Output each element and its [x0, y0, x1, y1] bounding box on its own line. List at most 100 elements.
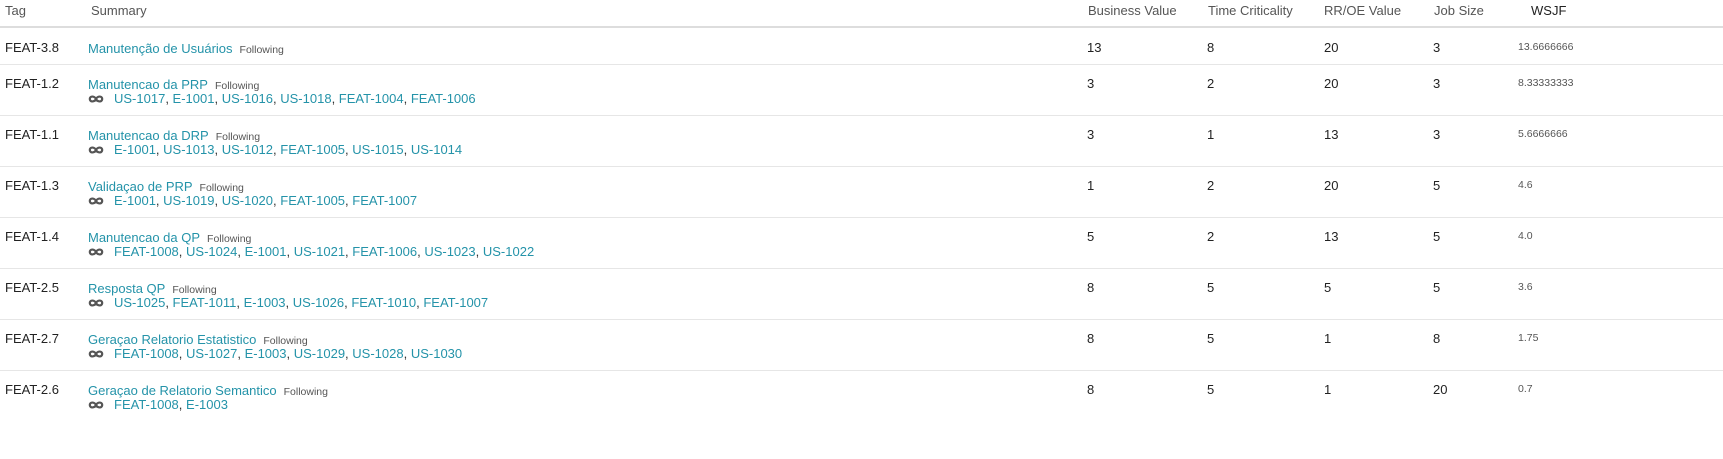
linked-issue-link[interactable]: E-1001: [114, 193, 156, 208]
link-separator: ,: [403, 346, 411, 361]
linked-issue-link[interactable]: FEAT-1008: [114, 397, 179, 412]
feature-title-link[interactable]: Manutencao da DRP: [88, 128, 209, 143]
table-row[interactable]: FEAT-1.2 Manutencao da PRP Following US-101…: [0, 64, 1723, 115]
linked-issue-link[interactable]: US-1013: [163, 142, 214, 157]
link-separator: ,: [165, 91, 173, 106]
rr-oe-value-cell: 13: [1324, 127, 1339, 142]
feature-title-link[interactable]: Geraçao de Relatorio Semantico: [88, 383, 277, 398]
linked-issue-link[interactable]: US-1016: [222, 91, 273, 106]
link-icon: [88, 95, 104, 103]
time-criticality-cell: 1: [1207, 127, 1215, 142]
column-header-time-criticality[interactable]: Time Criticality: [1208, 3, 1293, 18]
table-row[interactable]: FEAT-1.4 Manutencao da QP Following FEAT-10…: [0, 217, 1723, 268]
summary-cell: Manutenção de Usuários Following: [88, 40, 284, 58]
business-value-cell: 8: [1087, 280, 1095, 295]
linked-issue-link[interactable]: FEAT-1006: [411, 91, 476, 106]
linked-issue-link[interactable]: E-1001: [114, 142, 156, 157]
link-separator: ,: [237, 346, 245, 361]
wsjf-cell: 5.6666666: [1518, 128, 1568, 140]
linked-issue-link[interactable]: US-1014: [411, 142, 462, 157]
following-badge: Following: [283, 386, 328, 398]
linked-issue-link[interactable]: US-1012: [222, 142, 273, 157]
link-separator: ,: [237, 244, 245, 259]
time-criticality-cell: 5: [1207, 331, 1215, 346]
linked-issue-link[interactable]: US-1028: [352, 346, 403, 361]
rr-oe-value-cell: 20: [1324, 76, 1339, 91]
linked-issue-link[interactable]: US-1019: [163, 193, 214, 208]
job-size-cell: 20: [1433, 382, 1448, 397]
table-header: Tag Summary Business Value Time Critical…: [0, 0, 1723, 28]
business-value-cell: 13: [1087, 40, 1102, 55]
linked-issue-link[interactable]: E-1003: [244, 295, 286, 310]
linked-issue-link[interactable]: US-1021: [294, 244, 345, 259]
linked-issue-link[interactable]: FEAT-1004: [339, 91, 404, 106]
link-icon: [88, 350, 104, 358]
linked-issue-link[interactable]: US-1017: [114, 91, 165, 106]
column-header-tag[interactable]: Tag: [5, 3, 26, 18]
linked-issue-link[interactable]: US-1025: [114, 295, 165, 310]
linked-issue-link[interactable]: US-1015: [352, 142, 403, 157]
link-icon: [88, 299, 104, 307]
wsjf-cell: 13.6666666: [1518, 41, 1574, 53]
link-separator: ,: [403, 142, 411, 157]
feature-title-link[interactable]: Resposta QP: [88, 281, 165, 296]
linked-issue-link[interactable]: US-1022: [483, 244, 534, 259]
table-row[interactable]: FEAT-2.6 Geraçao de Relatorio Semantico Fo…: [0, 370, 1723, 421]
linked-issue-link[interactable]: FEAT-1008: [114, 244, 179, 259]
table-row[interactable]: FEAT-2.5 Resposta QP Following US-1025, FEA…: [0, 268, 1723, 319]
tag-cell: FEAT-1.3: [5, 178, 59, 193]
business-value-cell: 1: [1087, 178, 1095, 193]
linked-issue-link[interactable]: FEAT-1008: [114, 346, 179, 361]
linked-issue-link[interactable]: US-1027: [186, 346, 237, 361]
column-header-summary[interactable]: Summary: [91, 3, 147, 18]
table-row[interactable]: FEAT-3.8 Manutenção de Usuários Following 1…: [0, 29, 1723, 65]
feature-title-link[interactable]: Geraçao Relatorio Estatistico: [88, 332, 256, 347]
job-size-cell: 5: [1433, 178, 1441, 193]
feature-title-link[interactable]: Manutencao da PRP: [88, 77, 208, 92]
linked-issue-link[interactable]: US-1023: [424, 244, 475, 259]
linked-issue-link[interactable]: US-1026: [293, 295, 344, 310]
link-separator: ,: [331, 91, 339, 106]
link-icon: [88, 146, 104, 154]
linked-issues: US-1017, E-1001, US-1016, US-1018, FEAT-…: [88, 91, 476, 106]
feature-title-link[interactable]: Manutenção de Usuários: [88, 41, 233, 56]
business-value-cell: 8: [1087, 382, 1095, 397]
linked-issue-link[interactable]: US-1024: [186, 244, 237, 259]
link-separator: ,: [214, 91, 222, 106]
table-row[interactable]: FEAT-1.1 Manutencao da DRP Following E-1001…: [0, 115, 1723, 166]
linked-issue-link[interactable]: FEAT-1010: [351, 295, 416, 310]
rr-oe-value-cell: 20: [1324, 40, 1339, 55]
feature-title-link[interactable]: Manutencao da QP: [88, 230, 200, 245]
linked-issue-link[interactable]: US-1018: [280, 91, 331, 106]
column-header-business-value[interactable]: Business Value: [1088, 3, 1177, 18]
linked-issue-link[interactable]: US-1020: [222, 193, 273, 208]
tag-cell: FEAT-1.1: [5, 127, 59, 142]
linked-issue-link[interactable]: FEAT-1005: [280, 142, 345, 157]
linked-issue-link[interactable]: E-1001: [245, 244, 287, 259]
tag-cell: FEAT-3.8: [5, 40, 59, 55]
table-row[interactable]: FEAT-2.7 Geraçao Relatorio Estatistico Fol…: [0, 319, 1723, 370]
link-separator: ,: [165, 295, 173, 310]
link-separator: ,: [214, 142, 222, 157]
linked-issue-link[interactable]: US-1029: [294, 346, 345, 361]
linked-issue-link[interactable]: FEAT-1011: [173, 295, 237, 310]
link-icon: [88, 401, 104, 409]
linked-issue-link[interactable]: E-1001: [173, 91, 215, 106]
table-row[interactable]: FEAT-1.3 Validaçao de PRP Following E-1001,…: [0, 166, 1723, 217]
rr-oe-value-cell: 1: [1324, 331, 1332, 346]
link-separator: ,: [285, 295, 293, 310]
column-header-job-size[interactable]: Job Size: [1434, 3, 1484, 18]
column-header-rr-oe-value[interactable]: RR/OE Value: [1324, 3, 1401, 18]
link-separator: ,: [178, 346, 187, 361]
linked-issue-link[interactable]: FEAT-1005: [280, 193, 345, 208]
linked-issue-link[interactable]: US-1030: [411, 346, 462, 361]
linked-issue-link[interactable]: E-1003: [245, 346, 287, 361]
wsjf-cell: 4.0: [1518, 230, 1533, 242]
tag-cell: FEAT-1.2: [5, 76, 59, 91]
linked-issue-link[interactable]: FEAT-1006: [352, 244, 417, 259]
column-header-wsjf[interactable]: WSJF: [1531, 3, 1566, 18]
linked-issue-link[interactable]: E-1003: [186, 397, 228, 412]
linked-issue-link[interactable]: FEAT-1007: [352, 193, 417, 208]
linked-issue-link[interactable]: FEAT-1007: [423, 295, 488, 310]
feature-title-link[interactable]: Validaçao de PRP: [88, 179, 193, 194]
